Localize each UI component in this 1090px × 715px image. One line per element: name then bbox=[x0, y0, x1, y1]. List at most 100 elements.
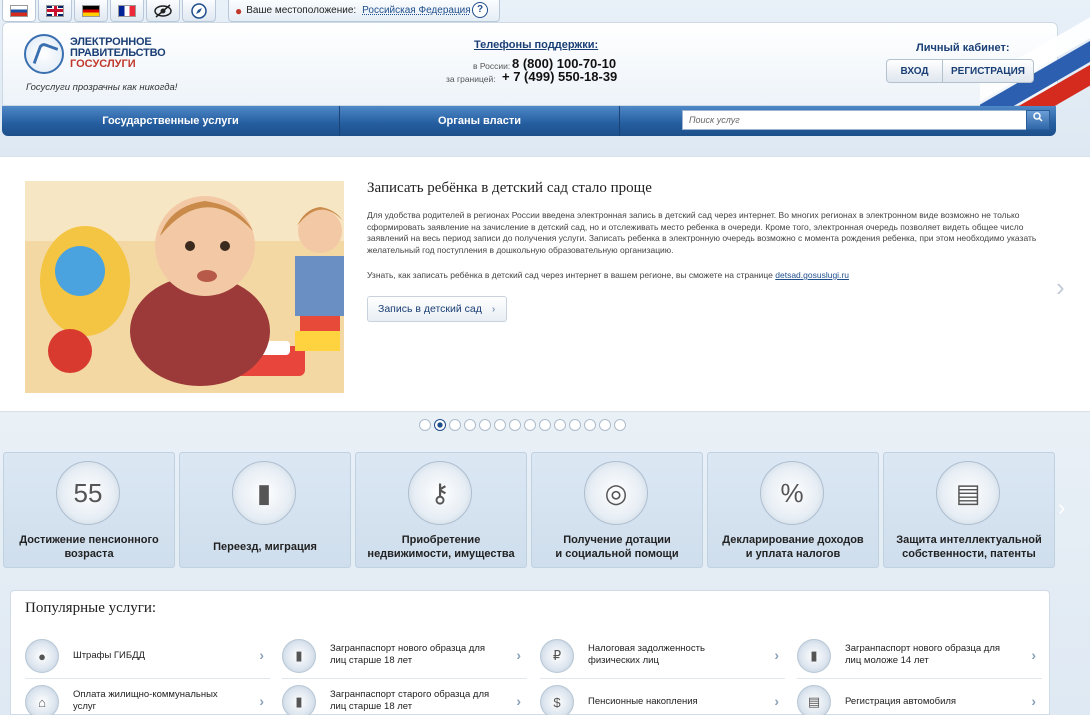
slider-dot[interactable] bbox=[539, 419, 551, 431]
slider-dot[interactable] bbox=[524, 419, 536, 431]
category-label: Защита интеллектуальной собственности, па… bbox=[896, 534, 1042, 560]
category-card[interactable]: ▤ Защита интеллектуальной собственности, п… bbox=[883, 452, 1055, 568]
popular-service-label: Налоговая задолженность физических лиц bbox=[588, 643, 705, 666]
slider-pagination bbox=[419, 419, 626, 431]
popular-service-item[interactable]: ▤ Регистрация автомобиля › bbox=[797, 681, 1042, 715]
category-card[interactable]: ▮ Переезд, миграция bbox=[179, 452, 351, 568]
utilities-icon: ⌂ bbox=[25, 685, 59, 715]
passport-icon: ▮ bbox=[797, 639, 831, 673]
slogan: Госуслуги прозрачны как никогда! bbox=[26, 82, 178, 93]
chevron-right-icon: › bbox=[1031, 647, 1036, 663]
popular-service-label: Загранпаспорт нового образца для лиц ста… bbox=[330, 643, 486, 666]
promo-text-link-line: Узнать, как записать ребёнка в детский с… bbox=[367, 270, 1047, 280]
chevron-right-icon: › bbox=[516, 647, 521, 663]
chevron-right-icon: › bbox=[516, 693, 521, 709]
popular-service-item[interactable]: ▮ Загранпаспорт старого образца для лиц с… bbox=[282, 681, 527, 715]
low-vision-icon[interactable] bbox=[146, 0, 180, 22]
location-label: Ваше местоположение: bbox=[246, 5, 357, 16]
slider-dot[interactable] bbox=[554, 419, 566, 431]
popular-service-label: Загранпаспорт старого образца для лиц ст… bbox=[330, 689, 490, 712]
popular-service-label: Загранпаспорт нового образца для лиц мол… bbox=[845, 643, 1001, 666]
category-card[interactable]: ◎ Получение дотации и социальной помощи bbox=[531, 452, 703, 568]
tax-icon: ₽ bbox=[540, 639, 574, 673]
kindergarten-button-label: Запись в детский сад bbox=[378, 303, 482, 315]
logo-line3[interactable]: ГОСУСЛУГИ bbox=[70, 58, 136, 70]
category-label: Достижение пенсионного возраста bbox=[19, 534, 159, 560]
ru-flag-icon[interactable] bbox=[2, 0, 36, 22]
calendar-55-icon: 55 bbox=[56, 461, 120, 525]
gb-flag-icon[interactable] bbox=[38, 0, 72, 22]
category-card[interactable]: 55 Достижение пенсионного возраста bbox=[3, 452, 175, 568]
promo-text: Для удобства родителей в регионах России… bbox=[367, 210, 1037, 255]
category-label: Получение дотации и социальной помощи bbox=[555, 534, 679, 560]
search-button[interactable] bbox=[1026, 110, 1050, 130]
chevron-right-icon: › bbox=[1031, 693, 1036, 709]
slider-dot[interactable] bbox=[509, 419, 521, 431]
slider-dot[interactable] bbox=[569, 419, 581, 431]
pension-icon: $ bbox=[540, 685, 574, 715]
percent-icon: % bbox=[760, 461, 824, 525]
nav-services[interactable]: Государственные услуги bbox=[2, 106, 340, 136]
popular-service-label: Оплата жилищно-коммунальных услуг bbox=[73, 689, 218, 712]
abroad-phone-label: за границей: bbox=[446, 74, 496, 84]
traffic-light-icon: ● bbox=[25, 639, 59, 673]
promo-image bbox=[25, 181, 344, 393]
category-label: Приобретение недвижимости, имущества bbox=[367, 534, 515, 560]
popular-title: Популярные услуги: bbox=[25, 600, 157, 616]
popular-service-item[interactable]: ▮ Загранпаспорт нового образца для лиц ст… bbox=[282, 635, 527, 679]
category-label: Декларирование доходов и уплата налогов bbox=[722, 534, 864, 560]
popular-service-item[interactable]: ₽ Налоговая задолженность физических лиц › bbox=[540, 635, 785, 679]
popular-service-label: Штрафы ГИБДД bbox=[73, 650, 145, 661]
slider-next-icon[interactable]: › bbox=[1056, 272, 1065, 303]
slider-dot[interactable] bbox=[449, 419, 461, 431]
car-doc-icon: ▤ bbox=[797, 685, 831, 715]
chevron-right-icon: › bbox=[491, 303, 496, 315]
popular-service-item[interactable]: ▮ Загранпаспорт нового образца для лиц мо… bbox=[797, 635, 1042, 679]
de-flag-icon[interactable] bbox=[74, 0, 108, 22]
passport-icon: ▮ bbox=[282, 685, 316, 715]
login-button[interactable]: ВХОД bbox=[887, 60, 943, 82]
life-situations: 55 Достижение пенсионного возраста ▮ Переезд… bbox=[3, 452, 1057, 570]
category-label: Переезд, миграция bbox=[213, 541, 317, 553]
chevron-right-icon: › bbox=[259, 693, 264, 709]
passport-icon: ▮ bbox=[282, 639, 316, 673]
support-phones-title[interactable]: Телефоны поддержки: bbox=[474, 39, 598, 51]
slider-dot[interactable] bbox=[464, 419, 476, 431]
slider-dot[interactable] bbox=[584, 419, 596, 431]
promo-title[interactable]: Записать ребёнка в детский сад стало про… bbox=[367, 180, 652, 197]
kindergarten-button[interactable]: Запись в детский сад › bbox=[367, 296, 507, 322]
search-input[interactable]: Поиск услуг bbox=[682, 110, 1028, 130]
categories-next-icon[interactable]: › bbox=[1058, 495, 1065, 521]
category-card[interactable]: % Декларирование доходов и уплата налогов bbox=[707, 452, 879, 568]
language-bar: ● Ваше местоположение: Российская Федера… bbox=[0, 0, 500, 22]
register-button[interactable]: РЕГИСТРАЦИЯ bbox=[943, 60, 1033, 82]
popular-service-item[interactable]: $ Пенсионные накопления › bbox=[540, 681, 785, 715]
slider-dot[interactable] bbox=[614, 419, 626, 431]
chevron-right-icon: › bbox=[259, 647, 264, 663]
location-pin-icon: ● bbox=[235, 3, 243, 18]
keys-icon: ⚷ bbox=[408, 461, 472, 525]
help-icon[interactable]: ? bbox=[472, 2, 488, 18]
slider-prev-icon[interactable]: ‹ bbox=[0, 272, 1, 303]
slider-dot[interactable] bbox=[479, 419, 491, 431]
lifebuoy-icon: ◎ bbox=[584, 461, 648, 525]
logo-emblem-icon[interactable] bbox=[24, 34, 64, 74]
slider-dot[interactable] bbox=[434, 419, 446, 431]
nav-authorities[interactable]: Органы власти bbox=[340, 106, 620, 136]
location-value[interactable]: Российская Федерация bbox=[362, 5, 471, 16]
chevron-right-icon: › bbox=[774, 647, 779, 663]
detsad-link[interactable]: detsad.gosuslugi.ru bbox=[775, 270, 849, 280]
category-card[interactable]: ⚷ Приобретение недвижимости, имущества bbox=[355, 452, 527, 568]
popular-service-item[interactable]: ⌂ Оплата жилищно-коммунальных услуг › bbox=[25, 681, 270, 715]
auth-buttons: ВХОД РЕГИСТРАЦИЯ bbox=[886, 59, 1034, 83]
certificate-icon: ▤ bbox=[936, 461, 1000, 525]
fr-flag-icon[interactable] bbox=[110, 0, 144, 22]
compass-icon[interactable] bbox=[182, 0, 216, 22]
location-selector[interactable]: ● Ваше местоположение: Российская Федера… bbox=[228, 0, 500, 22]
popular-service-item[interactable]: ● Штрафы ГИБДД › bbox=[25, 635, 270, 679]
slider-dot[interactable] bbox=[599, 419, 611, 431]
slider-dot[interactable] bbox=[494, 419, 506, 431]
promo-text-2: Узнать, как записать ребёнка в детский с… bbox=[367, 270, 773, 280]
search-icon bbox=[1033, 112, 1043, 122]
slider-dot[interactable] bbox=[419, 419, 431, 431]
